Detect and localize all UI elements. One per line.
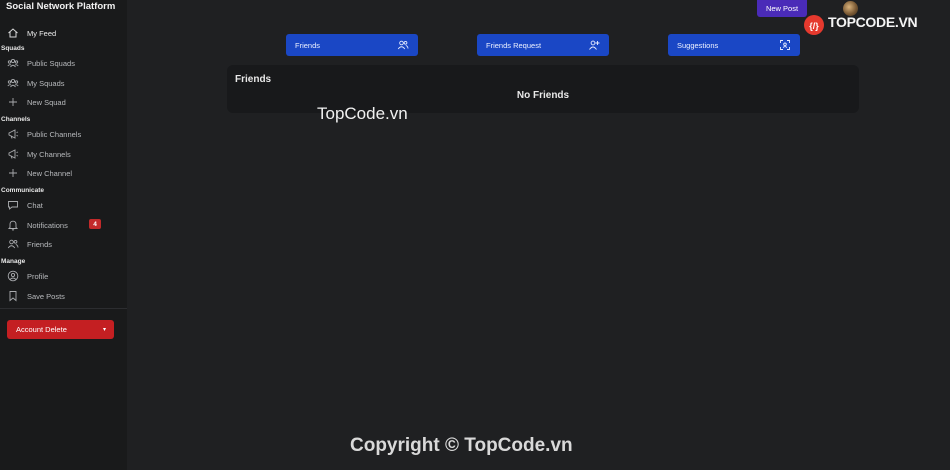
new-post-button[interactable]: New Post [757,0,807,17]
plus-icon [7,96,19,108]
tab-label: Friends [295,41,321,50]
sidebar-item-label: New Squad [27,97,66,107]
panel-title: Friends [235,74,272,85]
users-icon [7,238,19,250]
section-heading-channels: Channels [1,116,31,123]
sidebar-divider [0,308,127,309]
sidebar-item-label: Profile [27,271,49,281]
tab-label: Suggestions [677,41,719,50]
sidebar-item-label: Public Channels [27,129,82,139]
section-heading-squads: Squads [1,45,25,52]
section-heading-manage: Manage [1,258,26,265]
topcode-logo-icon: {/} [802,14,826,36]
section-heading-communicate: Communicate [1,187,44,194]
sidebar-item-friends[interactable]: Friends [0,235,127,253]
sidebar-item-public-squads[interactable]: Public Squads [0,54,127,72]
sidebar-item-label: New Channel [27,168,73,178]
sidebar-item-label: Friends [27,239,53,249]
sidebar-item-new-channel[interactable]: New Channel [0,164,127,182]
sidebar-item-save-posts[interactable]: Save Posts [0,287,127,305]
sidebar-item-label: My Feed [27,28,57,38]
tab-suggestions[interactable]: Suggestions [668,34,800,56]
watermark-text: TopCode.vn [317,104,408,123]
account-delete-button[interactable]: Account Delete ▾ [7,320,114,339]
tab-label: Friends Request [486,41,542,50]
chevron-down-icon: ▾ [102,327,106,333]
sidebar-item-label: Chat [27,200,43,210]
bookmark-icon [7,290,19,302]
sidebar: Social Network Platform My Feed Squads P… [0,0,127,470]
user-plus-icon [588,39,600,51]
tab-friends-request[interactable]: Friends Request [477,34,609,56]
profile-icon [7,270,19,282]
chat-icon [7,199,19,211]
svg-text:{/}: {/} [809,21,819,31]
sidebar-item-label: Save Posts [27,291,65,301]
megaphone-icon [7,128,19,140]
sidebar-item-notifications[interactable]: Notifications 4 [0,216,127,234]
sidebar-item-label: Public Squads [27,58,75,68]
account-delete-label: Account Delete [16,325,67,334]
squad-group-icon [7,57,19,69]
empty-state-text: No Friends [516,90,570,101]
bell-icon [7,219,19,231]
squad-group-icon [7,77,19,89]
copyright-watermark: Copyright © TopCode.vn [350,435,573,456]
sidebar-item-public-channels[interactable]: Public Channels [0,125,127,143]
sidebar-item-new-squad[interactable]: New Squad [0,93,127,111]
watermark-logo-text: TOPCODE.VN [828,14,918,30]
notification-count-badge: 4 [89,219,101,229]
sidebar-item-label: My Squads [27,78,65,88]
sidebar-item-my-squads[interactable]: My Squads [0,74,127,92]
scan-user-icon [779,39,791,51]
sidebar-item-my-channels[interactable]: My Channels [0,145,127,163]
tab-friends[interactable]: Friends [286,34,418,56]
plus-icon [7,167,19,179]
sidebar-item-label: My Channels [27,149,71,159]
users-icon [397,39,409,51]
sidebar-item-profile[interactable]: Profile [0,267,127,285]
sidebar-item-label: Notifications [27,220,68,230]
app-title: Social Network Platform [6,1,116,12]
megaphone-icon [7,148,19,160]
sidebar-item-chat[interactable]: Chat [0,196,127,214]
sidebar-item-my-feed[interactable]: My Feed [0,24,127,42]
new-post-label: New Post [765,4,799,13]
home-icon [7,27,19,39]
